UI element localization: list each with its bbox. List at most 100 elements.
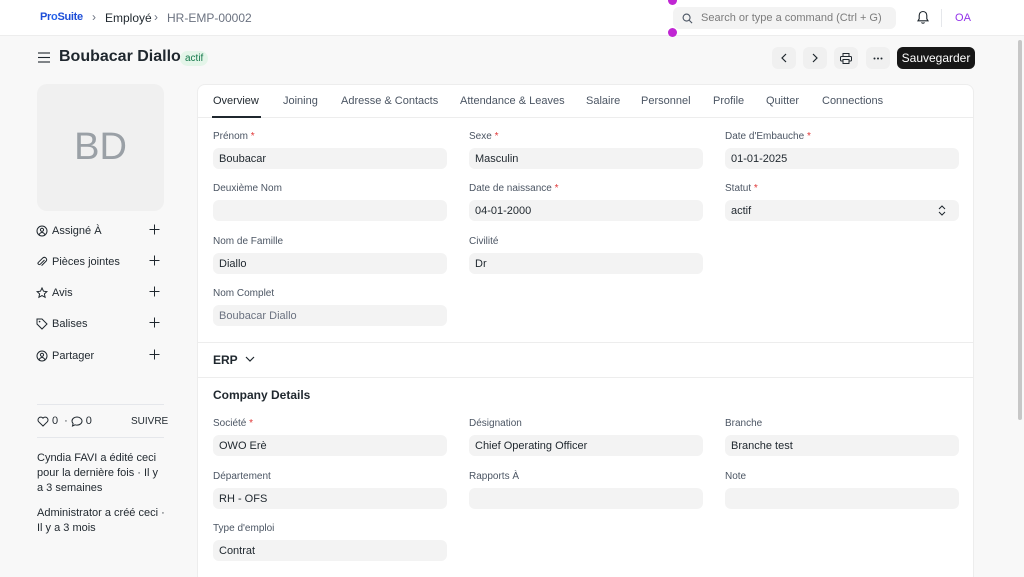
field-label-salutation: Civilité (469, 236, 499, 247)
plus-icon[interactable] (149, 255, 160, 266)
plus-icon[interactable] (149, 286, 160, 297)
likes-count: 0 (52, 415, 59, 427)
branch-input[interactable] (725, 435, 959, 456)
plus-icon[interactable] (149, 349, 160, 360)
chevron-right-icon (812, 53, 818, 63)
search-input[interactable] (701, 12, 891, 24)
star-icon (36, 287, 48, 299)
engagement-counts: 0 · 0 (37, 415, 95, 427)
save-button[interactable]: Sauvegarder (897, 47, 975, 69)
tab-personal[interactable]: Personnel (641, 95, 691, 107)
joining-date-input[interactable] (725, 148, 959, 169)
middle-name-input[interactable] (213, 200, 447, 221)
erp-section-toggle[interactable]: ERP (213, 353, 238, 367)
app-logo[interactable]: ProSuite (40, 11, 83, 23)
follow-button[interactable]: SUIVRE (131, 416, 168, 427)
sidebar-item-assigned-to[interactable]: Assigné À (36, 223, 160, 239)
paperclip-icon (36, 256, 48, 268)
company-details-title: Company Details (213, 388, 311, 402)
status-badge: actif (180, 51, 209, 66)
tab-salary[interactable]: Salaire (586, 95, 620, 107)
print-button[interactable] (834, 47, 858, 69)
field-label-note: Note (725, 471, 747, 482)
search-icon (682, 13, 693, 23)
menu-icon[interactable] (38, 52, 50, 63)
active-tab-indicator (212, 116, 261, 118)
gender-input[interactable] (469, 148, 703, 169)
field-label-branch: Branche (725, 418, 763, 429)
tab-attendance-leaves[interactable]: Attendance & Leaves (460, 95, 565, 107)
more-actions-button[interactable] (866, 47, 890, 69)
search-bar[interactable] (673, 7, 896, 29)
tab-joining[interactable]: Joining (283, 95, 318, 107)
salutation-input[interactable] (469, 253, 703, 274)
recording-indicator (668, 28, 677, 37)
employee-avatar[interactable]: BD (37, 84, 164, 211)
field-label-birth-date: Date de naissance * (469, 183, 559, 194)
employee-form-card: Overview Joining Adresse & Contacts Atte… (197, 84, 974, 577)
breadcrumb-employee-id[interactable]: HR-EMP-00002 (167, 11, 252, 25)
ellipsis-icon (873, 57, 883, 59)
note-input[interactable] (725, 488, 959, 509)
dot-separator: · (64, 415, 68, 427)
reports-to-input[interactable] (469, 488, 703, 509)
tab-address-contacts[interactable]: Adresse & Contacts (341, 95, 438, 107)
user-avatar[interactable]: OA (950, 6, 976, 30)
sidebar-divider (37, 437, 164, 438)
last-name-input[interactable] (213, 253, 447, 274)
breadcrumb-chevron-icon: › (154, 10, 158, 24)
navbar: ProSuite › Employé › HR-EMP-00002 OA (0, 0, 1024, 36)
field-label-gender: Sexe * (469, 131, 499, 142)
status-select[interactable] (725, 200, 959, 221)
field-label-designation: Désignation (469, 418, 522, 429)
chevron-down-icon[interactable] (245, 356, 255, 363)
scrollbar-thumb[interactable] (1018, 40, 1022, 420)
field-label-reports-to: Rapports À (469, 471, 520, 482)
previous-button[interactable] (772, 47, 796, 69)
heart-icon[interactable] (37, 416, 49, 427)
sidebar-item-reviews[interactable]: Avis (36, 285, 160, 301)
sidebar-divider (37, 404, 164, 405)
sidebar-item-share[interactable]: Partager (36, 348, 160, 364)
sidebar-item-label: Partager (52, 350, 95, 362)
company-input[interactable] (213, 435, 447, 456)
department-input[interactable] (213, 488, 447, 509)
activity-last-edited: Cyndia FAVI a édité ceci pour la dernièr… (37, 452, 159, 494)
field-label-middle-name: Deuxième Nom (213, 183, 282, 194)
section-divider (198, 377, 973, 378)
tab-profile[interactable]: Profile (713, 95, 744, 107)
activity-created: Administrator a créé ceci · Il y a 3 moi… (37, 507, 165, 534)
plus-icon[interactable] (149, 317, 160, 328)
breadcrumb-chevron-icon: › (92, 10, 96, 24)
share-user-icon (36, 350, 48, 362)
page-title: Boubacar Diallo (59, 48, 181, 65)
field-label-status: Statut * (725, 183, 758, 194)
chevron-left-icon (781, 53, 787, 63)
tag-icon (36, 318, 48, 330)
employment-type-input[interactable] (213, 540, 447, 561)
designation-input[interactable] (469, 435, 703, 456)
first-name-input[interactable] (213, 148, 447, 169)
user-plus-icon (36, 225, 48, 237)
breadcrumb-employe[interactable]: Employé (105, 11, 152, 25)
tab-connections[interactable]: Connections (822, 95, 883, 107)
tab-bar: Overview Joining Adresse & Contacts Atte… (198, 85, 973, 118)
sidebar-item-label: Pièces jointes (52, 256, 120, 268)
notification-bell-icon[interactable] (916, 10, 930, 25)
comments-count: 0 (85, 415, 92, 427)
birth-date-input[interactable] (469, 200, 703, 221)
sidebar-item-label: Assigné À (52, 225, 102, 237)
plus-icon[interactable] (149, 224, 160, 235)
tab-overview[interactable]: Overview (213, 95, 259, 107)
field-label-department: Département (213, 471, 271, 482)
comment-icon[interactable] (71, 415, 83, 427)
sidebar-item-tags[interactable]: Balises (36, 316, 160, 332)
next-button[interactable] (803, 47, 827, 69)
sidebar-item-label: Balises (52, 318, 88, 330)
select-caret-icon (938, 205, 946, 216)
navbar-divider (941, 9, 942, 27)
sidebar-item-attachments[interactable]: Pièces jointes (36, 254, 160, 270)
printer-icon (840, 52, 852, 64)
full-name-input (213, 305, 447, 326)
tab-exit[interactable]: Quitter (766, 95, 799, 107)
